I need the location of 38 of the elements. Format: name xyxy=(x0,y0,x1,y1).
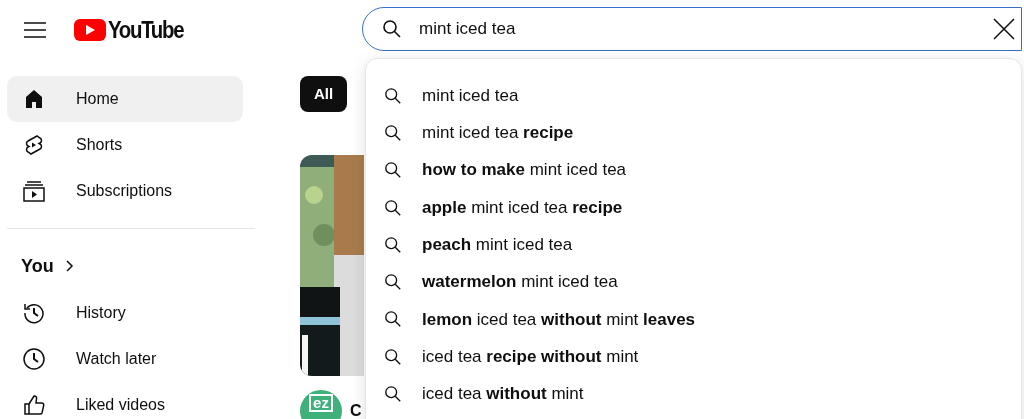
search-suggestion[interactable]: peach mint iced tea xyxy=(422,232,573,258)
search-suggestion[interactable]: mint iced tea xyxy=(422,82,519,109)
play-logo-icon xyxy=(74,19,106,41)
video-title[interactable]: C xyxy=(350,399,362,419)
chevron-right-icon xyxy=(65,260,74,272)
sidebar-item[interactable]: Liked videos xyxy=(7,382,243,419)
logo-text[interactable]: YouTube xyxy=(108,12,184,48)
close-icon[interactable] xyxy=(992,17,1016,41)
search-icon xyxy=(384,86,402,105)
filter-chip[interactable]: All xyxy=(300,76,348,112)
search-field[interactable]: mint iced tea xyxy=(362,7,1022,51)
clock-icon xyxy=(22,347,46,371)
search-icon xyxy=(384,310,402,329)
search-suggestion[interactable]: watermelon mint iced tea xyxy=(422,269,618,295)
sidebar-item[interactable]: Home xyxy=(7,76,243,122)
section-heading[interactable]: You xyxy=(21,252,54,280)
menu-icon[interactable] xyxy=(24,22,46,38)
sidebar-item[interactable]: Shorts xyxy=(7,122,243,168)
search-icon xyxy=(384,273,402,292)
subscriptions-icon xyxy=(22,179,46,203)
search-suggestion[interactable]: iced tea without mint xyxy=(422,381,584,407)
search-icon xyxy=(382,19,402,39)
thumbs-up-icon xyxy=(22,393,46,417)
history-icon xyxy=(22,301,46,325)
sidebar-item[interactable]: History xyxy=(7,290,243,336)
search-icon xyxy=(384,161,402,180)
sidebar-item[interactable]: Subscriptions xyxy=(7,168,243,214)
search-icon xyxy=(384,198,402,217)
search-suggestion[interactable]: iced tea recipe without mint xyxy=(422,343,639,370)
search-suggestion[interactable]: apple mint iced tea recipe xyxy=(422,194,623,221)
search-icon xyxy=(384,235,402,254)
search-suggestion[interactable]: mint iced tea recipe xyxy=(422,120,574,146)
search-icon xyxy=(384,347,402,366)
search-suggestion[interactable]: lemon iced tea without mint leaves xyxy=(422,306,696,333)
search-icon xyxy=(384,385,402,403)
search-icon xyxy=(384,123,402,142)
search-suggestion[interactable]: how to make mint iced tea xyxy=(422,157,627,183)
sidebar-item[interactable]: Watch later xyxy=(7,336,243,382)
